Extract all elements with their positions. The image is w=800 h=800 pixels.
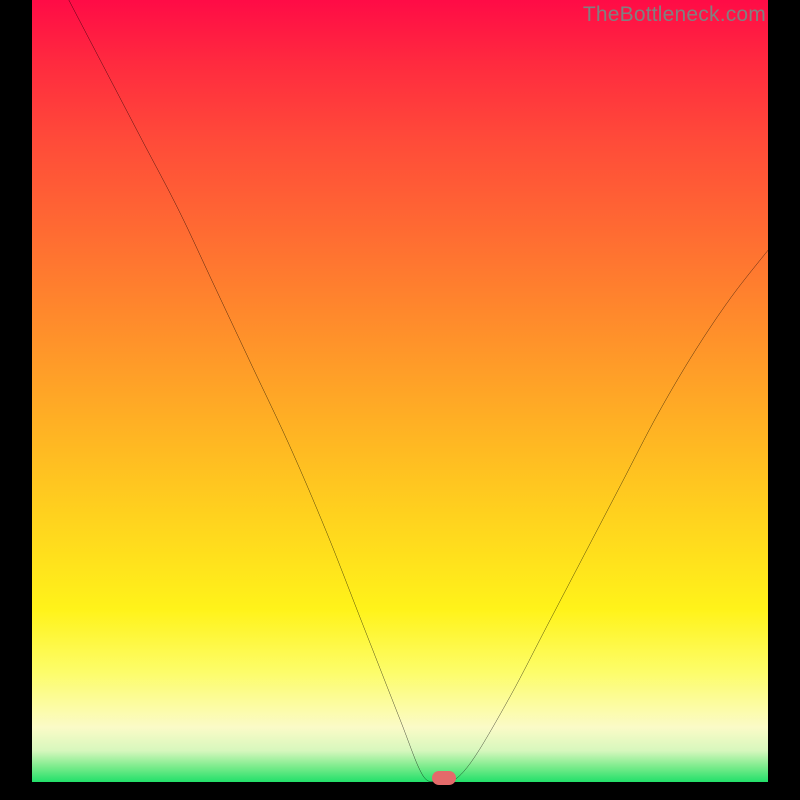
chart-frame: TheBottleneck.com [0, 0, 800, 800]
bottleneck-curve [32, 0, 768, 782]
optimum-marker [432, 771, 456, 785]
watermark-label: TheBottleneck.com [583, 3, 766, 27]
plot-area [32, 0, 768, 782]
